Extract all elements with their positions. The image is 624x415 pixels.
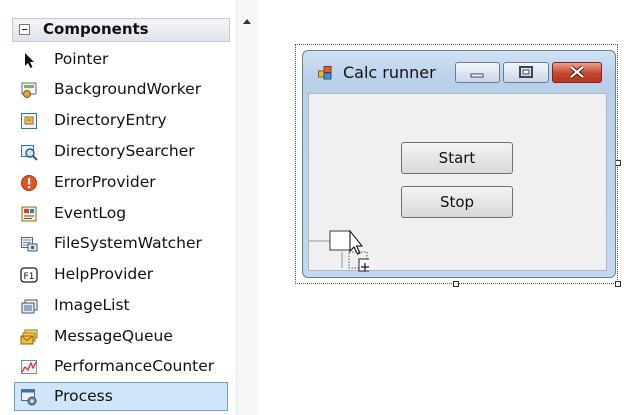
toolbox-item-label: PerformanceCounter	[54, 357, 215, 375]
toolbox-item-helpprovider[interactable]: F1 HelpProvider	[14, 260, 228, 289]
minimize-icon	[470, 73, 484, 78]
event-log-icon	[21, 206, 37, 222]
close-icon	[569, 65, 585, 79]
toolbox-item-pointer[interactable]: Pointer	[14, 45, 228, 74]
svg-text:F1: F1	[24, 272, 35, 282]
toolbox-item-label: Process	[54, 387, 113, 405]
drag-copy-cursor-icon	[309, 229, 369, 272]
file-system-watcher-icon	[21, 237, 38, 252]
toolbox-item-messagequeue[interactable]: MessageQueue	[14, 322, 228, 351]
form-title: Calc runner	[343, 63, 436, 82]
image-list-icon	[21, 299, 38, 314]
message-queue-icon	[20, 329, 38, 345]
toolbox-scrollbar[interactable]	[236, 0, 258, 415]
form-app-icon	[318, 66, 332, 80]
directory-searcher-icon	[21, 145, 38, 161]
toolbox-item-label: MessageQueue	[54, 327, 173, 345]
toolbox-item-filesystemwatcher[interactable]: FileSystemWatcher	[14, 229, 228, 258]
toolbox-panel: Components Pointer BackgroundWorker Dire…	[0, 0, 258, 415]
toolbox-item-performancecounter[interactable]: PerformanceCounter	[14, 352, 228, 381]
toolbox-group-title: Components	[43, 20, 149, 38]
stop-button[interactable]: Stop	[401, 186, 513, 218]
toolbox-item-directorysearcher[interactable]: DirectorySearcher	[14, 137, 228, 166]
toolbox-item-process[interactable]: Process	[14, 382, 228, 411]
toolbox-item-label: DirectorySearcher	[54, 142, 195, 160]
resize-handle-bottom[interactable]	[453, 281, 459, 287]
minimize-button[interactable]	[455, 62, 500, 83]
toolbox-item-errorprovider[interactable]: ErrorProvider	[14, 168, 228, 197]
performance-counter-icon	[21, 360, 37, 374]
collapse-toggle-icon[interactable]	[19, 24, 30, 35]
toolbox-item-label: DirectoryEntry	[54, 111, 167, 129]
toolbox-item-label: ImageList	[54, 296, 130, 314]
resize-handle-bottom-right[interactable]	[615, 281, 621, 287]
maximize-button[interactable]	[503, 62, 549, 83]
toolbox-group-header[interactable]: Components	[12, 18, 230, 42]
directory-entry-icon	[21, 113, 37, 129]
toolbox-item-backgroundworker[interactable]: BackgroundWorker	[14, 75, 228, 104]
error-provider-icon	[21, 175, 37, 191]
toolbox-item-label: Pointer	[54, 50, 109, 68]
maximize-icon	[519, 66, 533, 78]
toolbox-item-directoryentry[interactable]: DirectoryEntry	[14, 106, 228, 135]
scroll-up-arrow-icon[interactable]	[243, 19, 251, 24]
help-provider-icon: F1	[20, 267, 38, 283]
toolbox-item-imagelist[interactable]: ImageList	[14, 291, 228, 320]
close-button[interactable]	[552, 62, 602, 83]
pointer-icon	[25, 53, 34, 68]
toolbox-item-label: HelpProvider	[54, 265, 154, 283]
toolbox-item-label: EventLog	[54, 204, 127, 222]
process-icon	[21, 389, 37, 406]
start-button[interactable]: Start	[401, 142, 513, 174]
toolbox-item-label: BackgroundWorker	[54, 80, 202, 98]
toolbox-list: Components Pointer BackgroundWorker Dire…	[0, 0, 236, 415]
background-worker-icon	[21, 82, 37, 98]
toolbox-item-eventlog[interactable]: EventLog	[14, 199, 228, 228]
toolbox-item-label: FileSystemWatcher	[54, 234, 202, 252]
toolbox-item-label: ErrorProvider	[54, 173, 156, 191]
